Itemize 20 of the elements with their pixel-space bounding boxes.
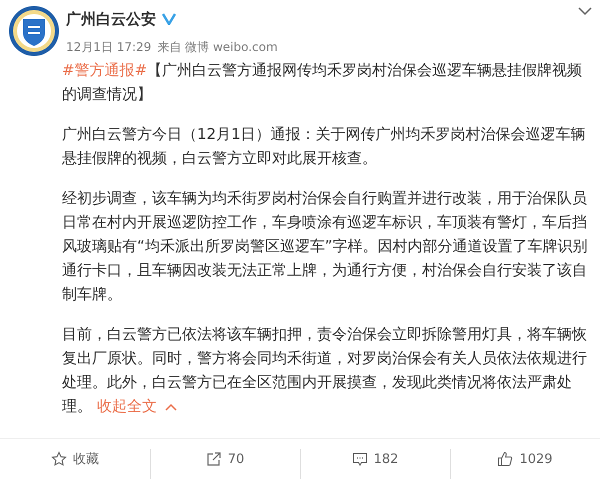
caret-up-icon [164,402,177,411]
collapse-link[interactable]: 收起全文 [96,397,177,415]
share-icon [206,451,222,467]
star-icon [51,451,67,467]
post-paragraph: 经初步调查，该车辆为均禾街罗岗村治保会自行购置并进行改装，用于治保队员日常在村内开展巡逻防控工作，车身喷涂有巡逻车标识，车顶装有警灯，车后挡风玻璃贴有“均禾派出所罗岗警区巡逻车”字样。因村内部分通道设置了车牌识别通行卡口，且车辆因改装无法正常上牌，为通行方便，村治保会自行安装了该自制车牌。 [62,188,589,305]
thumbs-up-icon [497,451,514,467]
hashtag-link[interactable]: #警方通报# [62,61,148,79]
comment-button[interactable]: 182 [352,451,398,467]
post-paragraph: 目前，白云警方已依法将该车辆扣押，责令治保会立即拆除警用灯具，将车辆恢复出厂原状。同时，警方将会同均禾街道，对罗岗治保会有关人员依法依规进行处理。此外，白云警方已在全区范围内开展摸查，发现此类情况将依法严肃处理。 收起全文 [62,324,588,417]
post-source: 来自 微博 weibo.com [157,38,278,56]
chevron-down-icon[interactable] [578,7,592,16]
repost-button[interactable]: 70 [206,451,244,467]
avatar[interactable] [8,5,60,57]
user-name[interactable]: 广州白云公安 [66,10,156,28]
post-time[interactable]: 12月1日 17:29 [66,38,152,56]
post-title: #警方通报#【广州白云警方通报网传均禾罗岗村治保会巡逻车辆悬挂假牌视频的调查情况】 [62,60,584,105]
favorite-button[interactable]: 收藏 [51,450,99,468]
like-button[interactable]: 1029 [497,451,553,467]
comment-icon [352,451,368,467]
post-paragraph: 广州白云警方今日（12月1日）通报：关于网传广州均禾罗岗村治保会巡逻车辆悬挂假牌的视频，白云警方立即对此展开核查。 [62,124,587,169]
